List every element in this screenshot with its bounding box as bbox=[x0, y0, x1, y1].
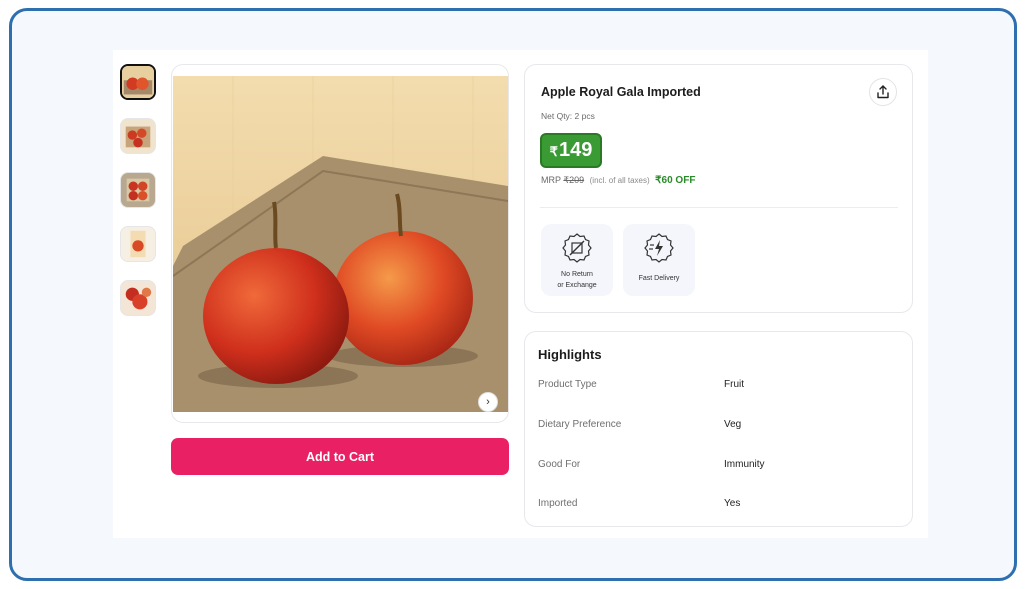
thumbnail-1[interactable] bbox=[120, 64, 156, 100]
highlight-key: Good For bbox=[538, 459, 581, 470]
feature-line-1: Fast Delivery bbox=[638, 275, 680, 282]
currency-symbol: ₹ bbox=[549, 144, 558, 159]
no-return-icon bbox=[562, 233, 592, 263]
thumbnail-strip bbox=[120, 64, 156, 334]
product-title: Apple Royal Gala Imported bbox=[541, 85, 701, 99]
highlight-value: Veg bbox=[724, 419, 742, 430]
mrp-label: MRP bbox=[541, 175, 561, 185]
thumbnail-3[interactable] bbox=[120, 172, 156, 208]
mrp-row: MRP ₹209 (incl. of all taxes) ₹60 OFF bbox=[541, 175, 695, 186]
feature-label: Fast Delivery bbox=[639, 273, 680, 284]
tax-note: (incl. of all taxes) bbox=[589, 176, 650, 185]
highlight-value: Immunity bbox=[724, 459, 765, 470]
highlights-title: Highlights bbox=[538, 347, 602, 362]
thumbnail-2[interactable] bbox=[120, 118, 156, 154]
highlight-key: Imported bbox=[538, 498, 578, 509]
next-image-button[interactable]: › bbox=[478, 392, 498, 412]
feature-fast-delivery: Fast Delivery bbox=[623, 224, 695, 296]
highlight-value: Yes bbox=[724, 498, 741, 509]
feature-line-2: or Exchange bbox=[557, 282, 597, 289]
highlights-card: Highlights Product Type Fruit Dietary Pr… bbox=[524, 331, 913, 527]
net-quantity: Net Qty: 2 pcs bbox=[541, 111, 595, 121]
chevron-right-icon: › bbox=[486, 396, 490, 408]
product-info-card: Apple Royal Gala Imported Net Qty: 2 pcs… bbox=[524, 64, 913, 313]
feature-no-return: No Return or Exchange bbox=[541, 224, 613, 296]
share-button[interactable] bbox=[869, 78, 897, 106]
product-photo bbox=[172, 76, 508, 412]
price-value: 149 bbox=[558, 139, 593, 161]
thumbnail-4[interactable] bbox=[120, 226, 156, 262]
highlight-key: Product Type bbox=[538, 379, 597, 390]
share-icon bbox=[877, 85, 889, 99]
discount-text: ₹60 OFF bbox=[655, 175, 696, 186]
fast-delivery-icon bbox=[644, 233, 674, 263]
mrp-value: ₹209 bbox=[563, 175, 585, 185]
thumbnail-5[interactable] bbox=[120, 280, 156, 316]
price-badge: ₹149 bbox=[540, 133, 602, 168]
product-image-card: › bbox=[171, 64, 509, 423]
highlight-key: Dietary Preference bbox=[538, 419, 622, 430]
divider bbox=[540, 207, 898, 208]
feature-label: No Return or Exchange bbox=[557, 269, 596, 291]
feature-line-1: No Return bbox=[561, 271, 593, 278]
highlight-value: Fruit bbox=[724, 379, 744, 390]
add-to-cart-button[interactable]: Add to Cart bbox=[171, 438, 509, 475]
